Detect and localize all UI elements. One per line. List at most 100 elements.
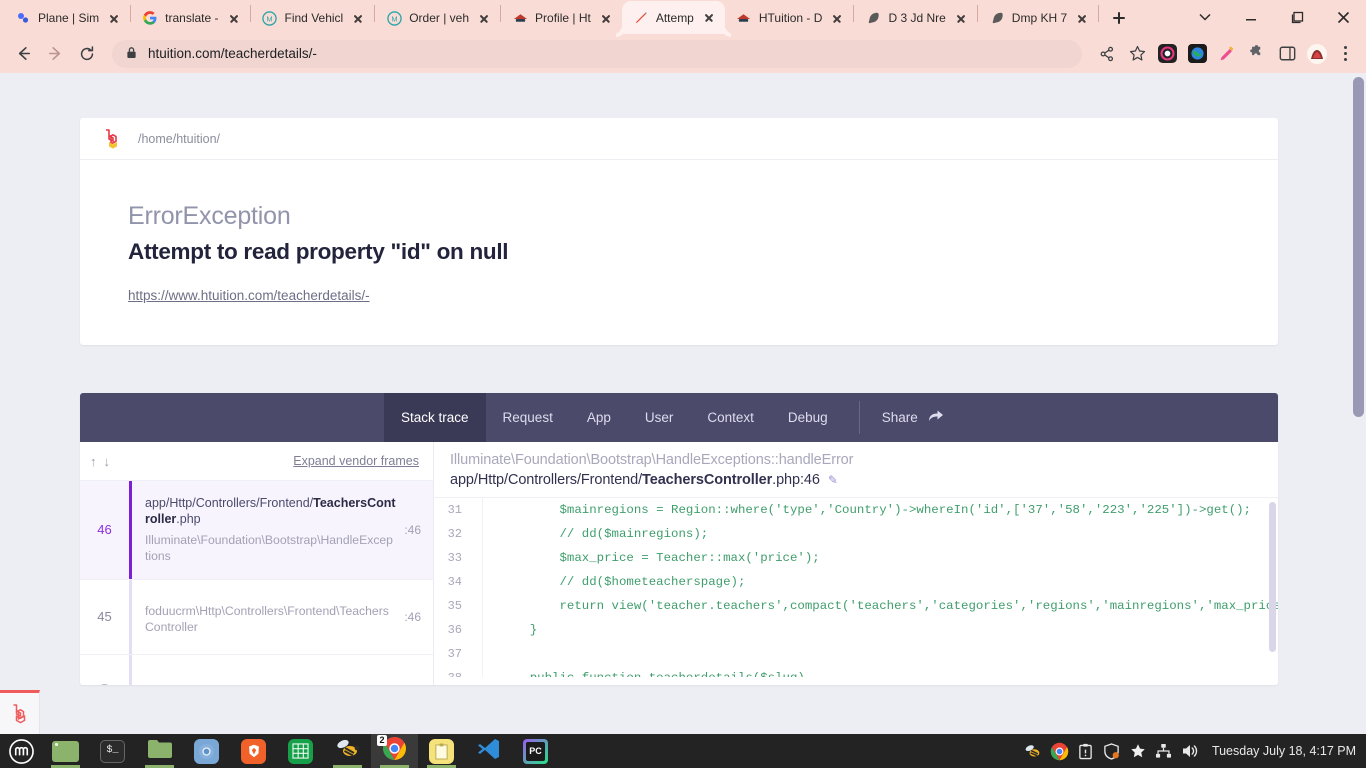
clipboard-icon[interactable] [1074,734,1098,768]
taskbar-clock[interactable]: Tuesday July 18, 4:17 PM [1204,744,1356,758]
page-viewport: /home/htuition/ ErrorException Attempt t… [0,73,1366,734]
taskbar-app-brave-browser-icon[interactable] [230,734,277,768]
tab-user[interactable]: User [628,393,691,442]
volume-icon[interactable] [1178,734,1202,768]
tab-stack-trace[interactable]: Stack trace [384,393,486,442]
tab-close-icon[interactable] [226,10,242,26]
tab-request[interactable]: Request [486,393,570,442]
taskbar-app-sticky-notes-icon[interactable] [418,734,465,768]
eyedropper-extension-icon[interactable] [1214,41,1240,67]
code-viewer: Illuminate\Foundation\Bootstrap\HandleEx… [434,442,1278,685]
request-url-link[interactable]: https://www.htuition.com/teacherdetails/… [128,288,370,303]
browser-tab-4[interactable]: Profile | Ht [501,2,622,34]
ignition-floating-badge[interactable] [0,690,40,734]
new-tab-button[interactable] [1105,4,1133,32]
frame-nav-arrows[interactable]: ↑ ↓ [90,454,110,469]
arrow-down-icon[interactable]: ↓ [104,454,111,469]
instagram-extension-icon[interactable] [1154,41,1180,67]
code-lines-container[interactable]: 31 $mainregions = Region::where('type','… [434,497,1278,677]
tab-close-icon[interactable] [829,10,845,26]
share-arrow-icon [928,409,944,426]
taskbar-app-bee-icon[interactable] [324,734,371,768]
tab-search-icon[interactable] [1182,0,1228,34]
tab-close-icon[interactable] [701,10,717,26]
puzzle-extensions-icon[interactable] [1244,41,1270,67]
arrow-up-icon[interactable]: ↑ [90,454,97,469]
chrome-tray-icon[interactable] [1048,734,1072,768]
tab-debug[interactable]: Debug [771,393,845,442]
taskbar-app-phpstorm-icon[interactable]: PC [512,734,559,768]
tab-close-icon[interactable] [476,10,492,26]
forward-button[interactable] [40,39,70,69]
tab-strip: Plane | Sim translate - M Find Vehicl M … [0,0,1366,34]
code-line-37: 37 [434,642,1278,666]
browser-tab-7[interactable]: D 3 Jd Nre [854,2,976,34]
share-button[interactable]: Share [868,409,958,426]
shield-update-icon[interactable] [1100,734,1124,768]
star-icon[interactable] [1126,734,1150,768]
scrollbar-thumb[interactable] [1353,77,1364,417]
exception-class-name: ErrorException [128,202,291,230]
taskbar-app-google-chrome-icon[interactable]: 2 [371,734,418,768]
frame-number: 46 [97,522,112,538]
browser-tab-2[interactable]: M Find Vehicl [251,2,375,34]
system-tray: Tuesday July 18, 4:17 PM [1022,734,1366,768]
taskbar-app-file-manager-icon[interactable] [136,734,183,768]
taskbar-app-spreadsheet-icon[interactable] [277,734,324,768]
tab-close-icon[interactable] [350,10,366,26]
tab-close-icon[interactable] [953,10,969,26]
window-green-icon [52,740,79,762]
network-icon[interactable] [1152,734,1176,768]
sticky-notes-icon [429,738,454,764]
browser-tab-8[interactable]: Dmp KH 7 [978,2,1098,34]
globe-extension-icon[interactable] [1184,41,1210,67]
bee-tray-icon[interactable] [1022,734,1046,768]
browser-tab-1[interactable]: translate - [131,2,249,34]
taskbar-app-vscode-icon[interactable] [465,734,512,768]
taskbar-app-terminal-icon[interactable]: $_ [89,734,136,768]
sidepanel-icon[interactable] [1274,41,1300,67]
tab-title: Plane | Sim [38,11,100,25]
tab-close-icon[interactable] [1074,10,1090,26]
page-scrollbar[interactable] [1351,73,1366,734]
vendor-frames-row[interactable]: 43 vendor frames… [80,654,433,685]
minimize-icon[interactable] [1228,0,1274,34]
browser-tab-5-active[interactable]: Attemp [621,1,725,34]
browser-toolbar: htuition.com/teacherdetails/- [0,34,1366,73]
stack-frame-45[interactable]: 45 foduucrm\Http\Controllers\Frontend\Te… [80,579,433,655]
close-icon[interactable] [1320,0,1366,34]
pencil-edit-icon[interactable]: ✎ [828,473,838,487]
feather-icon [989,10,1005,26]
code-scrollbar[interactable] [1269,502,1276,652]
taskbar-app-chromium-icon[interactable] [183,734,230,768]
tab-close-icon[interactable] [598,10,614,26]
profile-avatar[interactable] [1304,41,1330,67]
reload-button[interactable] [72,39,102,69]
tab-close-icon[interactable] [106,10,122,26]
feather-icon [865,10,881,26]
linux-mint-menu-icon[interactable] [0,738,42,764]
back-button[interactable] [8,39,38,69]
expand-vendor-frames-link[interactable]: Expand vendor frames [293,454,419,468]
maximize-icon[interactable] [1274,0,1320,34]
code-namespace: Illuminate\Foundation\Bootstrap\HandleEx… [450,452,854,468]
stack-frame-46[interactable]: 46 app/Http/Controllers/Frontend/Teacher… [80,481,433,580]
tab-app[interactable]: App [570,393,628,442]
code-line-36: 36 } [434,618,1278,642]
phpstorm-icon: PC [523,738,548,764]
browser-tab-3[interactable]: M Order | veh [375,2,500,34]
tab-context[interactable]: Context [690,393,771,442]
code-line-35: 35 return view('teacher.teachers',compac… [434,594,1278,618]
tab-title: Profile | Ht [535,11,591,25]
taskbar-app-window-green-icon[interactable] [42,734,89,768]
browser-tab-6[interactable]: HTuition - D [725,2,854,34]
frame-class-name: foduucrm\Http\Controllers\Frontend\Teach… [145,603,389,634]
share-icon[interactable] [1094,41,1120,67]
expand-vendor-icon[interactable] [80,655,129,685]
m-circle-icon: M [386,10,402,26]
chrome-menu-icon[interactable] [1332,41,1358,67]
tab-title: translate - [165,11,219,25]
bookmark-star-icon[interactable] [1124,41,1150,67]
address-bar[interactable]: htuition.com/teacherdetails/- [112,39,1082,68]
browser-tab-0[interactable]: Plane | Sim [4,2,130,34]
